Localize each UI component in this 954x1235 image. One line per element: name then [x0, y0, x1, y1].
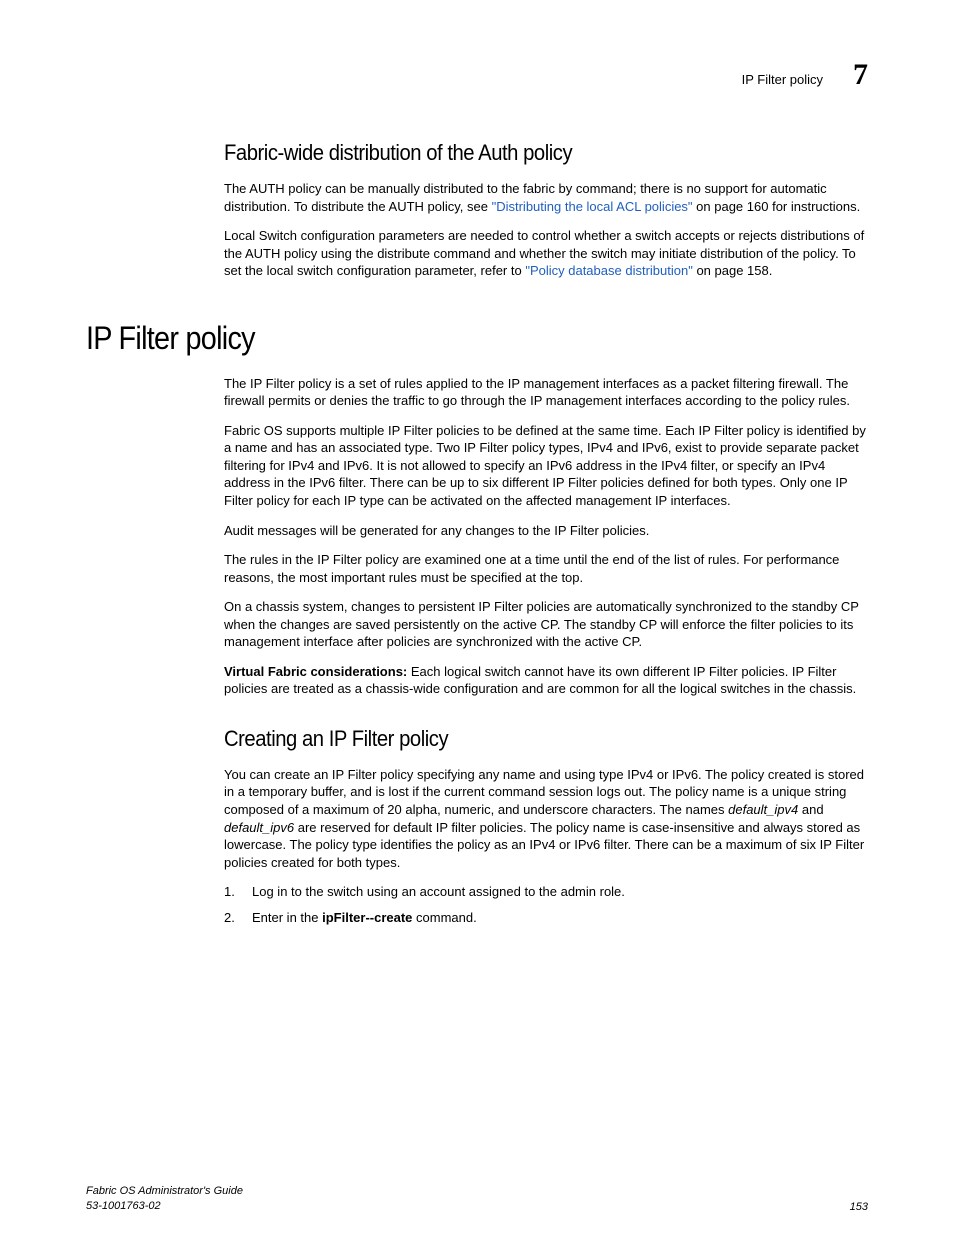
list-number: 2.: [224, 909, 235, 927]
footer-title: Fabric OS Administrator's Guide: [86, 1184, 243, 1198]
page: IP Filter policy 7 Fabric-wide distribut…: [0, 0, 954, 1235]
paragraph: You can create an IP Filter policy speci…: [224, 766, 868, 871]
main-content: Fabric-wide distribution of the Auth pol…: [224, 140, 868, 926]
paragraph: Fabric OS supports multiple IP Filter po…: [224, 422, 868, 510]
footer-left: Fabric OS Administrator's Guide 53-10017…: [86, 1184, 243, 1213]
text: on page 160 for instructions.: [693, 199, 861, 214]
text: are reserved for default IP filter polic…: [224, 820, 864, 870]
page-header: IP Filter policy 7: [742, 60, 868, 90]
heading-fabric-wide-distribution: Fabric-wide distribution of the Auth pol…: [224, 140, 816, 166]
text: on page 158.: [693, 263, 773, 278]
paragraph: The AUTH policy can be manually distribu…: [224, 180, 868, 215]
link-distributing-acl[interactable]: "Distributing the local ACL policies": [492, 199, 693, 214]
text: command.: [412, 910, 476, 925]
list-item: 1. Log in to the switch using an account…: [224, 883, 868, 901]
heading-ip-filter-policy: IP Filter policy: [86, 320, 790, 357]
footer-page-number: 153: [850, 1201, 868, 1213]
footer-docnum: 53-1001763-02: [86, 1199, 243, 1213]
paragraph: The rules in the IP Filter policy are ex…: [224, 551, 868, 586]
list-item: 2. Enter in the ipFilter--create command…: [224, 909, 868, 927]
paragraph: On a chassis system, changes to persiste…: [224, 598, 868, 651]
paragraph: Virtual Fabric considerations: Each logi…: [224, 663, 868, 698]
chapter-number: 7: [853, 60, 868, 90]
text-italic: default_ipv4: [728, 802, 798, 817]
command-text: ipFilter--create: [322, 910, 412, 925]
page-footer: Fabric OS Administrator's Guide 53-10017…: [86, 1184, 868, 1213]
text-italic: default_ipv6: [224, 820, 294, 835]
ordered-list: 1. Log in to the switch using an account…: [224, 883, 868, 926]
text-bold: Virtual Fabric considerations:: [224, 664, 407, 679]
text: Enter in the: [252, 910, 322, 925]
text: and: [798, 802, 823, 817]
text: Log in to the switch using an account as…: [252, 884, 625, 899]
paragraph: Local Switch configuration parameters ar…: [224, 227, 868, 280]
heading-creating-ip-filter: Creating an IP Filter policy: [224, 726, 816, 752]
paragraph: Audit messages will be generated for any…: [224, 522, 868, 540]
paragraph: The IP Filter policy is a set of rules a…: [224, 375, 868, 410]
list-number: 1.: [224, 883, 235, 901]
link-policy-database[interactable]: "Policy database distribution": [525, 263, 693, 278]
header-section-label: IP Filter policy: [742, 72, 823, 87]
